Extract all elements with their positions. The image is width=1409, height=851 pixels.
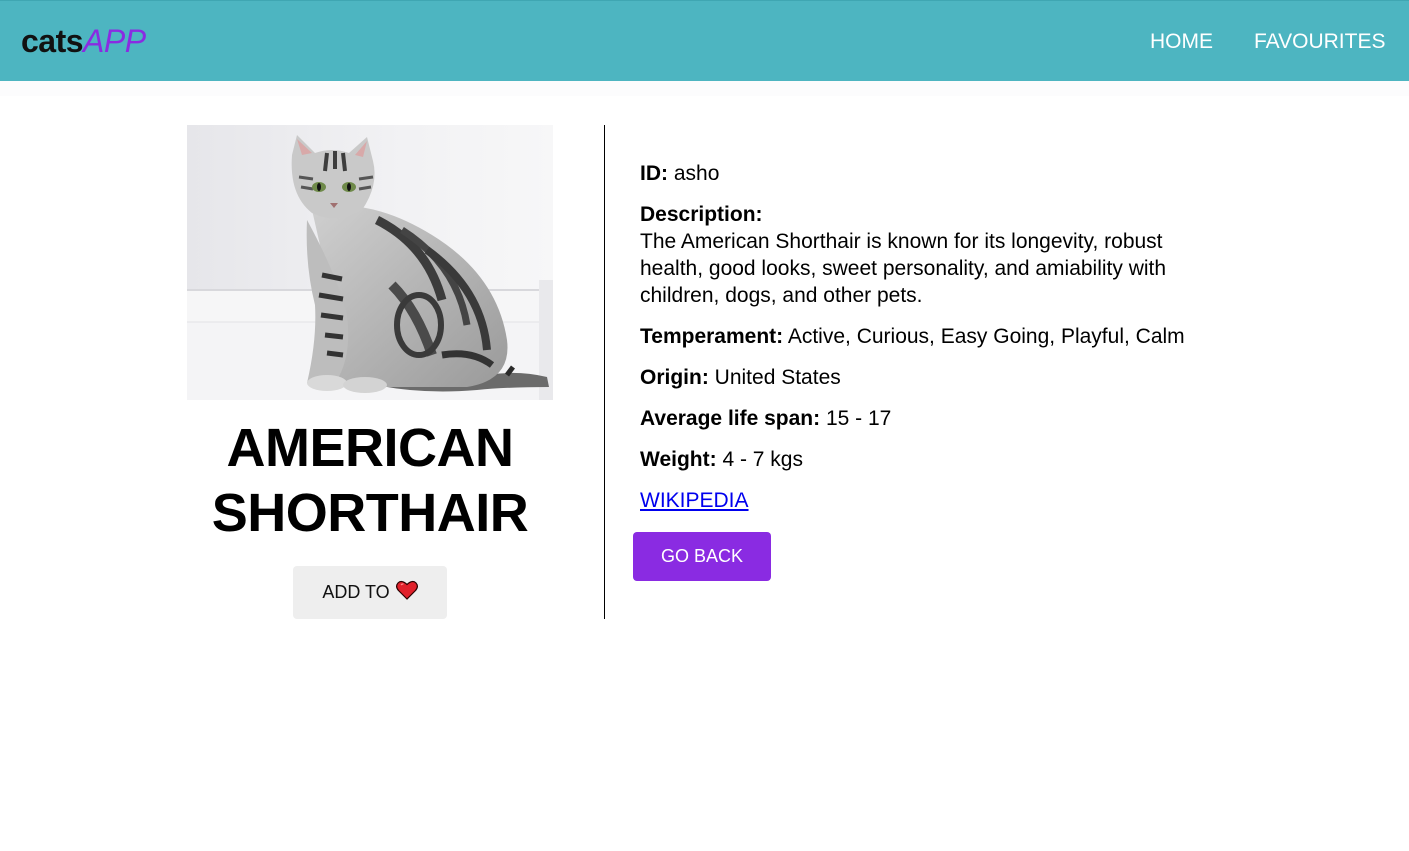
wikipedia-link[interactable]: WIKIPEDIA	[640, 489, 749, 512]
add-to-favourites-button[interactable]: ADD TO	[293, 566, 447, 619]
breed-name-heading: AMERICAN SHORTHAIR	[211, 418, 529, 543]
nav-home-link[interactable]: HOME	[1150, 30, 1213, 54]
breed-details: ID: asho Description: The American Short…	[640, 160, 1200, 528]
weight-label: Weight:	[640, 448, 717, 471]
id-value: asho	[673, 162, 720, 185]
lifespan-label: Average life span:	[640, 407, 821, 430]
cat-photo	[187, 125, 553, 400]
heart-icon	[395, 580, 418, 605]
temperament-label: Temperament:	[640, 325, 784, 348]
navbar-shadow	[0, 81, 1409, 96]
description-label: Description:	[640, 203, 763, 226]
origin-label: Origin:	[640, 366, 709, 389]
brand-cats: cats	[21, 23, 84, 59]
id-label: ID:	[640, 162, 668, 185]
wiki-row: WIKIPEDIA	[640, 487, 1200, 514]
origin-row: Origin: United States	[640, 364, 1200, 391]
lifespan-value: 15 - 17	[825, 407, 892, 430]
go-back-button[interactable]: GO BACK	[633, 532, 771, 581]
nav-favourites-link[interactable]: FAVOURITES	[1254, 30, 1385, 54]
brand-logo[interactable]: catsAPP	[21, 23, 146, 59]
origin-value: United States	[714, 366, 841, 389]
id-row: ID: asho	[640, 160, 1200, 187]
brand-app: APP	[83, 23, 146, 59]
temperament-row: Temperament: Active, Curious, Easy Going…	[640, 323, 1200, 350]
navbar: catsAPP HOME FAVOURITES	[0, 0, 1409, 81]
add-to-label: ADD TO	[322, 582, 390, 602]
temperament-value: Active, Curious, Easy Going, Playful, Ca…	[787, 325, 1185, 348]
description-value: The American Shorthair is known for its …	[640, 230, 1167, 307]
weight-value: 4 - 7 kgs	[722, 448, 803, 471]
vertical-divider	[604, 125, 605, 619]
description-row: Description: The American Shorthair is k…	[640, 201, 1200, 309]
weight-row: Weight: 4 - 7 kgs	[640, 446, 1200, 473]
lifespan-row: Average life span: 15 - 17	[640, 405, 1200, 432]
